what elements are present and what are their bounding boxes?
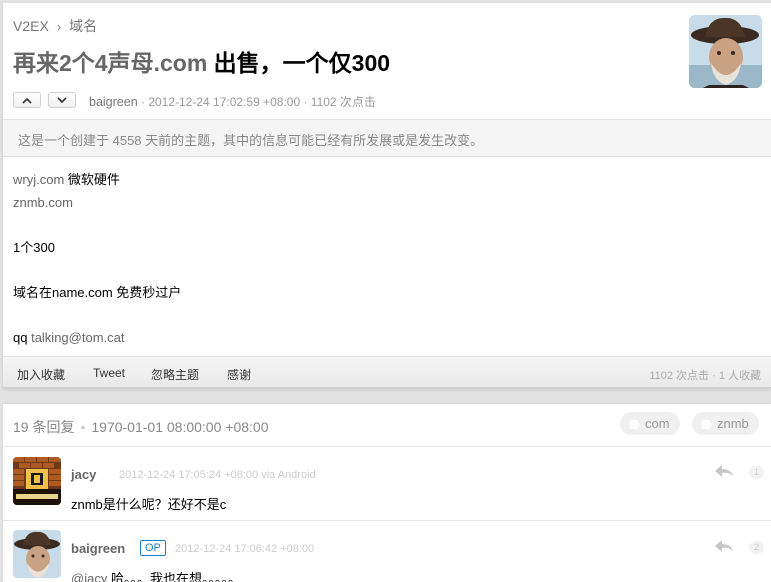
floor-number: 2 bbox=[749, 541, 764, 554]
outdated-notice: 这是一个创建于 4558 天前的主题，其中的信息可能已经有所发展或是发生改变。 bbox=[3, 119, 771, 157]
topic-meta-text: · 2012-12-24 17:02:59 +08:00 · 1102 次点击 bbox=[137, 95, 376, 109]
topic-box: V2EX › 域名 再来2个4声母.com 出售，一个仅300 baigreen ·… bbox=[3, 3, 771, 388]
chevron-down-icon bbox=[57, 96, 67, 103]
downvote-button[interactable] bbox=[48, 92, 76, 108]
reply-icon[interactable] bbox=[714, 464, 734, 478]
tag-icon bbox=[702, 420, 712, 430]
topic-title: 再来2个4声母.com 出售，一个仅300 bbox=[13, 47, 390, 79]
content-line bbox=[13, 259, 181, 282]
content-domain: znmb.com bbox=[13, 194, 73, 210]
breadcrumb-site-link[interactable]: V2EX bbox=[13, 18, 49, 34]
reply-time: 2012-12-24 17:06:42 +08:00 bbox=[175, 543, 315, 555]
content-text: 1个300 bbox=[13, 239, 55, 255]
favorite-button[interactable]: 加入收藏 bbox=[17, 366, 65, 383]
author-avatar[interactable] bbox=[689, 15, 762, 88]
reply-text-content: znmb是什么呢？还好不是c bbox=[71, 497, 227, 512]
content-text: 域名在name.com 免费秒过户 bbox=[13, 284, 182, 300]
reply-item: baigreen OP 2012-12-24 17:06:42 +08:00 @… bbox=[3, 522, 771, 582]
tag-label: znmb bbox=[717, 416, 749, 431]
reply-icon[interactable] bbox=[714, 539, 734, 553]
breadcrumb-separator: › bbox=[56, 19, 62, 34]
tweet-button[interactable]: Tweet bbox=[93, 366, 125, 380]
reply-avatar[interactable] bbox=[13, 530, 61, 578]
topic-title-part1: 再来2个4声母.com bbox=[13, 50, 208, 76]
author-avatar-image bbox=[13, 530, 61, 578]
content-line: znmb.com bbox=[13, 192, 181, 215]
tag-znmb[interactable]: znmb bbox=[692, 412, 759, 435]
topic-author-link[interactable]: baigreen bbox=[89, 95, 138, 109]
reply-text: @jacy 哈。。。我也在想。。。。。 bbox=[71, 568, 241, 582]
breadcrumb-node-link[interactable]: 域名 bbox=[69, 18, 97, 34]
upvote-button[interactable] bbox=[13, 92, 41, 108]
content-line bbox=[13, 214, 181, 237]
chevron-up-icon bbox=[22, 97, 32, 104]
author-avatar-image bbox=[689, 15, 762, 88]
reply-item: jacy 2012-12-24 17:05:24 +08:00 via Andr… bbox=[3, 448, 771, 521]
tag-com[interactable]: com bbox=[620, 412, 680, 435]
content-line: qq talking@tom.cat bbox=[13, 327, 181, 350]
separator-dot: • bbox=[80, 419, 86, 435]
topic-title-part2: 出售，一个仅300 bbox=[207, 50, 391, 76]
content-line: 1个300 bbox=[13, 237, 181, 260]
vote-group bbox=[13, 92, 76, 109]
reply-username[interactable]: baigreen bbox=[71, 541, 125, 556]
topic-content: wryj.com 微软硬件 znmb.com 1个300 域名在name.com… bbox=[13, 169, 181, 349]
content-domain: wryj.com bbox=[13, 172, 65, 187]
reply-text: znmb是什么呢？还好不是c bbox=[71, 494, 226, 513]
content-line: 域名在name.com 免费秒过户 bbox=[13, 282, 181, 305]
ignore-topic-button[interactable]: 忽略主题 bbox=[151, 366, 199, 383]
reply-text-content: 哈。。。我也在想。。。。。 bbox=[107, 571, 241, 582]
thanks-button[interactable]: 感谢 bbox=[227, 366, 251, 383]
content-text: qq bbox=[13, 329, 32, 345]
topic-meta: baigreen · 2012-12-24 17:02:59 +08:00 · … bbox=[89, 93, 376, 110]
topic-action-bar: 加入收藏 Tweet 忽略主题 感谢 1102 次点击 · 1 人收藏 bbox=[3, 356, 771, 387]
content-text: 微软硬件 bbox=[64, 172, 120, 187]
replies-header: 19 条回复 • 1970-01-01 08:00:00 +08:00 com zn… bbox=[3, 404, 771, 447]
reply-time: 2012-12-24 17:05:24 +08:00 via Android bbox=[119, 469, 316, 481]
replies-box: 19 条回复 • 1970-01-01 08:00:00 +08:00 com zn… bbox=[3, 404, 771, 582]
tag-label: com bbox=[645, 416, 670, 431]
content-email: talking@tom.cat bbox=[31, 329, 125, 345]
content-line bbox=[13, 304, 181, 327]
reply-count-text: 19 条回复 bbox=[13, 419, 75, 435]
content-line: wryj.com 微软硬件 bbox=[13, 169, 181, 192]
breadcrumb: V2EX › 域名 bbox=[13, 16, 97, 36]
tag-icon bbox=[630, 420, 640, 430]
floor-number: 1 bbox=[749, 466, 764, 479]
mention-link[interactable]: @jacy bbox=[71, 571, 107, 582]
reply-avatar[interactable] bbox=[13, 457, 61, 505]
pixel-avatar-image bbox=[13, 457, 61, 505]
topic-stats: 1102 次点击 · 1 人收藏 bbox=[649, 370, 761, 382]
last-reply-time: 1970-01-01 08:00:00 +08:00 bbox=[91, 419, 269, 435]
reply-username[interactable]: jacy bbox=[71, 467, 96, 482]
reply-count: 19 条回复 • 1970-01-01 08:00:00 +08:00 bbox=[13, 417, 268, 437]
op-badge: OP bbox=[140, 540, 166, 556]
